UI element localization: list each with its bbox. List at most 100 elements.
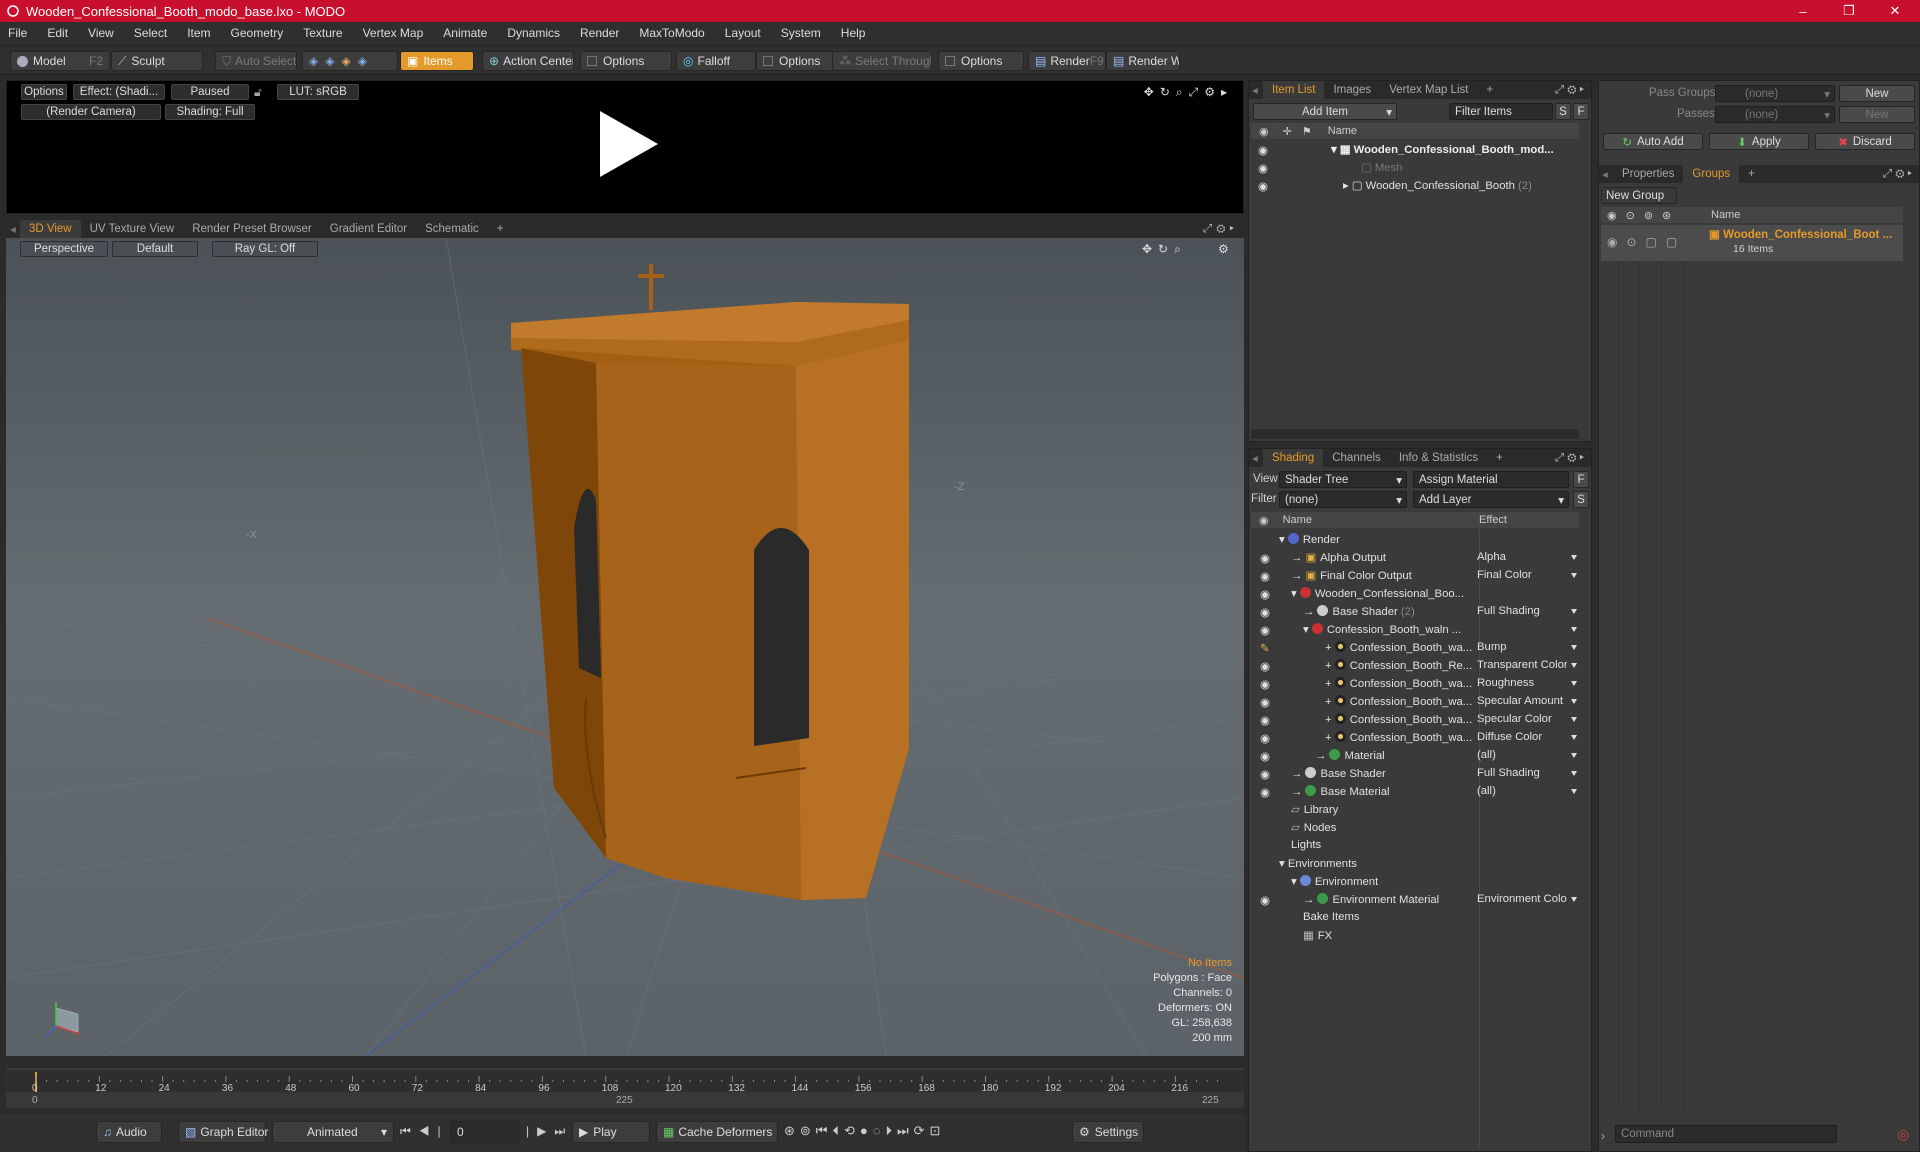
- panel-menu-icon[interactable]: ◂: [6, 222, 20, 236]
- shading-dropdown[interactable]: Shading: Full: [165, 104, 255, 120]
- discard-button[interactable]: ✖ Discard: [1815, 133, 1915, 150]
- skip-forward-icons[interactable]: |▶⏭: [526, 1124, 573, 1139]
- menu-vertex-map[interactable]: Vertex Map: [363, 26, 424, 40]
- sculpt-mode-button[interactable]: ⟋ Sculpt: [111, 51, 203, 71]
- tab-gradient-editor[interactable]: Gradient Editor: [321, 220, 416, 238]
- passes-dropdown[interactable]: (none) ▾: [1715, 106, 1835, 123]
- name-column-header[interactable]: Name: [1328, 125, 1357, 137]
- filter-dropdown[interactable]: (none) ▾: [1279, 491, 1407, 508]
- menu-dynamics[interactable]: Dynamics: [507, 26, 560, 40]
- shader-row-environment[interactable]: ▾ Environment: [1251, 873, 1579, 891]
- horizontal-scrollbar[interactable]: [1251, 429, 1579, 439]
- shader-row-nodes[interactable]: ▱ Nodes: [1251, 819, 1579, 837]
- tab-shading[interactable]: Shading: [1263, 449, 1324, 467]
- raygl-dropdown[interactable]: Ray GL: Off: [212, 241, 318, 257]
- shader-row-fx[interactable]: ▦ FX: [1251, 927, 1579, 945]
- shader-row-booth-mask[interactable]: ◉ ▾ Confession_Booth_waln ...: [1251, 621, 1579, 639]
- tab-channels[interactable]: Channels: [1323, 449, 1390, 467]
- menu-maxtomodo[interactable]: MaxToModo: [639, 26, 704, 40]
- viewport-nav-icons[interactable]: ✥↻⌕: [1142, 242, 1187, 257]
- visibility-eye-icon[interactable]: ◉: [1260, 660, 1272, 673]
- play-icon[interactable]: [592, 109, 662, 179]
- style-dropdown[interactable]: Default: [112, 241, 198, 257]
- chevron-down-icon[interactable]: [1571, 663, 1577, 668]
- tab-vertex-map-list[interactable]: Vertex Map List: [1380, 81, 1477, 99]
- preview-effect-dropdown[interactable]: Effect: (Shadi...: [73, 84, 165, 100]
- row-effect[interactable]: Roughness: [1477, 677, 1567, 689]
- visibility-eye-icon[interactable]: ◉: [1260, 570, 1272, 583]
- shader-row-environment-material[interactable]: ◉ → Environment Material Environment Color: [1251, 891, 1579, 909]
- apply-button[interactable]: ⬇ Apply: [1709, 133, 1809, 150]
- groups-list-area[interactable]: [1601, 261, 1903, 1111]
- chevron-down-icon[interactable]: [1571, 609, 1577, 614]
- chevron-down-icon[interactable]: [1571, 699, 1577, 704]
- brush-icon[interactable]: ✎: [1260, 642, 1272, 655]
- render-button[interactable]: ▤ Render F9: [1028, 51, 1106, 71]
- search-s-button[interactable]: S: [1555, 103, 1571, 120]
- visibility-eye-icon[interactable]: ◉: [1260, 894, 1272, 907]
- visibility-eye-icon[interactable]: ◉: [1260, 624, 1272, 637]
- minimize-button[interactable]: –: [1780, 0, 1826, 22]
- chevron-down-icon[interactable]: [1571, 627, 1577, 632]
- list-item[interactable]: ◉ ▸ ▢ Wooden_Confessional_Booth (2): [1249, 177, 1579, 195]
- menu-view[interactable]: View: [88, 26, 114, 40]
- row-effect[interactable]: Full Shading: [1477, 767, 1567, 779]
- action-center-button[interactable]: ⊕ Action Center: [482, 51, 574, 71]
- key-tools-icons[interactable]: ⊛⊚⏮⏴⟲●◌⏵⏭⟳⊡: [784, 1123, 945, 1139]
- shader-row-bake-items[interactable]: Bake Items: [1251, 909, 1579, 927]
- panel-icons[interactable]: ⤢⚙▸: [1555, 84, 1587, 97]
- chevron-down-icon[interactable]: [1571, 555, 1577, 560]
- chevron-down-icon[interactable]: [1571, 753, 1577, 758]
- visibility-eye-icon[interactable]: ◉: [1258, 180, 1270, 193]
- shader-row-texture-roughness[interactable]: ◉ + Confession_Booth_wa... Roughness: [1251, 675, 1579, 693]
- graph-editor-button[interactable]: ▧ Graph Editor: [178, 1121, 268, 1143]
- panel-menu-icon[interactable]: ◂: [1249, 83, 1263, 97]
- shader-row-texture-transparent[interactable]: ◉ + Confession_Booth_Re... Transparent Col…: [1251, 657, 1579, 675]
- command-input[interactable]: Command: [1615, 1125, 1837, 1143]
- auto-add-button[interactable]: ↻ Auto Add: [1603, 133, 1703, 150]
- panel-icons[interactable]: ⤢⚙▸: [1555, 452, 1587, 465]
- add-layer-dropdown[interactable]: Add Layer ▾: [1413, 491, 1569, 508]
- tab-images[interactable]: Images: [1324, 81, 1380, 99]
- shader-row-material-group[interactable]: ◉ ▾ Wooden_Confessional_Boo...: [1251, 585, 1579, 603]
- cache-deformers-button[interactable]: ▦ Cache Deformers: [656, 1121, 778, 1143]
- chevron-right-icon[interactable]: ›: [1601, 1129, 1605, 1143]
- menu-help[interactable]: Help: [841, 26, 866, 40]
- shader-row-base-shader[interactable]: ◉ → Base Shader (2) Full Shading: [1251, 603, 1579, 621]
- maximize-button[interactable]: ❐: [1826, 0, 1872, 22]
- panel-icons[interactable]: ⤢⚙▸: [1883, 168, 1915, 181]
- tab-groups[interactable]: Groups: [1683, 165, 1740, 183]
- menu-system[interactable]: System: [781, 26, 821, 40]
- new-pass-group-button[interactable]: New: [1839, 85, 1915, 102]
- vertices-mode-icon[interactable]: ◈: [309, 54, 318, 68]
- menu-animate[interactable]: Animate: [443, 26, 487, 40]
- visibility-eye-icon[interactable]: ◉: [1260, 750, 1272, 763]
- search-f-button[interactable]: F: [1573, 103, 1589, 120]
- list-item[interactable]: ◉ ▢ Mesh: [1249, 159, 1579, 177]
- row-effect[interactable]: Environment Color: [1477, 893, 1567, 905]
- new-pass-button[interactable]: New: [1839, 106, 1915, 123]
- preview-nav-icons[interactable]: ✥↻⌕⤢⚙▸: [1144, 85, 1233, 100]
- shader-row-texture-bump[interactable]: ✎ + Confession_Booth_wa... Bump: [1251, 639, 1579, 657]
- materials-mode-icon[interactable]: ◈: [358, 54, 367, 68]
- panel-menu-icon[interactable]: ◂: [1599, 167, 1613, 181]
- play-button[interactable]: ▶ Play: [572, 1121, 650, 1143]
- frame-input[interactable]: 0: [450, 1121, 520, 1143]
- name-column-header[interactable]: Name: [1283, 514, 1312, 526]
- shader-row-texture-specular-color[interactable]: ◉ + Confession_Booth_wa... Specular Color: [1251, 711, 1579, 729]
- shader-row-base-shader-2[interactable]: ◉ → Base Shader Full Shading: [1251, 765, 1579, 783]
- model-mode-button[interactable]: Model F2: [10, 51, 110, 71]
- visibility-eye-icon[interactable]: ◉: [1258, 144, 1270, 157]
- shader-row-material[interactable]: ◉ → Material (all): [1251, 747, 1579, 765]
- shader-row-environments[interactable]: ▾ Environments: [1251, 855, 1579, 873]
- visibility-eye-icon[interactable]: ◉: [1260, 588, 1272, 601]
- add-tab-button[interactable]: +: [1487, 449, 1512, 467]
- skip-back-icons[interactable]: ⏮◀|: [400, 1124, 449, 1139]
- items-mode-button[interactable]: ▣ Items: [400, 51, 474, 71]
- tab-uv-texture-view[interactable]: UV Texture View: [81, 220, 184, 238]
- visibility-eye-icon[interactable]: ◉: [1260, 768, 1272, 781]
- record-icon[interactable]: ◎: [1897, 1126, 1909, 1143]
- chevron-down-icon[interactable]: [1571, 681, 1577, 686]
- shader-row-base-material[interactable]: ◉ → Base Material (all): [1251, 783, 1579, 801]
- visibility-eye-icon[interactable]: ◉: [1260, 732, 1272, 745]
